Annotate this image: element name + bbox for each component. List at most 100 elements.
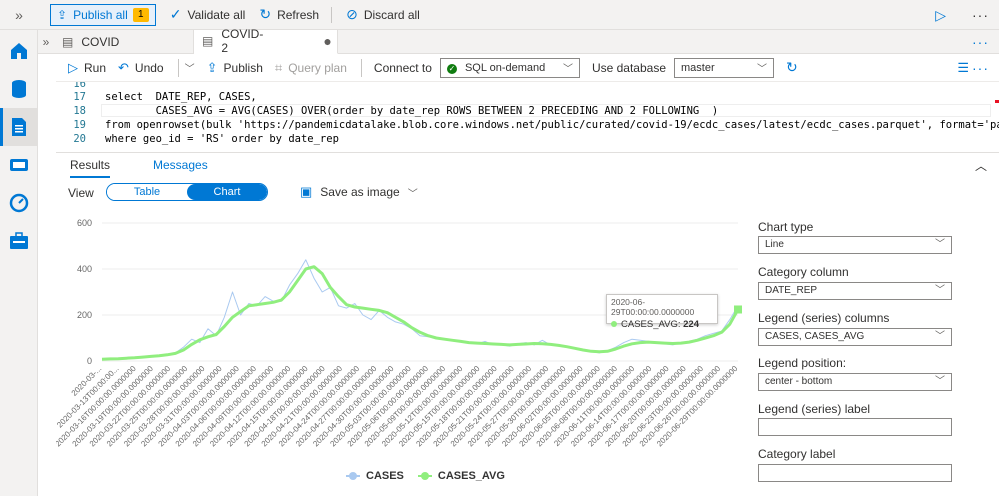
line-number: 20 [73,133,86,145]
use-database-value: master [681,61,715,74]
connect-to-dropdown[interactable]: ✓ SQL on-demand ﹀ [439,57,580,78]
collapse-explorer-icon[interactable]: » [38,35,54,49]
chart-legend: CASES CASES_AVG [346,470,519,482]
use-database-dropdown[interactable]: master ﹀ [674,57,775,78]
tab-results[interactable]: Results [70,158,111,178]
undo-button[interactable]: ↶ Undo [118,60,164,76]
script-icon: ▤ [62,34,74,49]
refresh-button[interactable]: ↻ Refresh [259,6,319,23]
chevron-down-icon: ﹀ [935,239,945,250]
connect-to-value-wrap: ✓ SQL on-demand [446,61,546,74]
category-label-input[interactable] [758,464,952,482]
sql-editor[interactable]: 16 17 18 19 20 select DATE_REP, CASES, C… [56,82,999,150]
publish-all-button[interactable]: ⇪ Publish all 1 [50,3,156,26]
run-button[interactable]: ▷ Run [68,60,106,76]
tab-covid-2[interactable]: ▤ COVID-2 ● [194,27,338,55]
more-options-icon[interactable]: ··· [972,60,989,76]
chevron-down-icon: ﹀ [407,188,418,200]
tab-covid[interactable]: ▤ COVID [54,29,194,54]
legend-series-columns-label: Legend (series) columns [758,311,890,325]
upload-icon: ⇪ [57,7,68,22]
view-row: View Table Chart ▣ Save as image ﹀ [56,178,999,206]
tab-messages[interactable]: Messages [153,158,208,172]
view-table-option[interactable]: Table [107,184,187,200]
hover-point-marker[interactable] [734,305,742,314]
code-line: from openrowset(bulk 'https://pandemicda… [105,119,999,131]
chevron-down-icon: ﹀ [935,285,945,296]
legend-series-columns-value: CASES, CASES_AVG [765,331,865,342]
legend-series-columns-select[interactable]: CASES, CASES_AVG ﹀ [758,328,952,346]
pending-count-badge: 1 [132,7,149,22]
synapse-workspace: » ⇪ Publish all 1 ✓ Validate all ↻ Refre… [0,0,999,496]
run-label: Run [84,60,107,75]
legend-item-cases-avg[interactable]: CASES_AVG [417,470,505,482]
legend-series-label-input[interactable] [758,418,952,436]
left-nav-rail [0,30,38,496]
line-number: 19 [73,119,86,131]
topbar-right: ▷ ··· [935,0,999,30]
save-as-image-button[interactable]: ▣ Save as image ﹀ [300,184,418,200]
discard-all-button[interactable]: ⊘ Discard all [346,6,420,23]
line-number: 16 [73,82,86,90]
line-number: 18 [73,105,86,117]
monitor-icon[interactable] [0,184,38,222]
legend-swatch [417,472,432,480]
query-plan-button[interactable]: ⌗ Query plan [275,60,347,76]
properties-icon[interactable]: ☰ [957,60,969,76]
play-icon[interactable]: ▷ [935,7,946,24]
view-chart-option[interactable]: Chart [187,184,267,200]
chart-type-select[interactable]: Line ﹀ [758,236,952,254]
code-line: where geo_id = 'RS' order by date_rep [105,133,339,145]
chart-type-label: Chart type [758,220,814,234]
publish-all-label: Publish all [73,7,128,22]
develop-icon[interactable] [0,108,38,146]
validate-all-button[interactable]: ✓ Validate all [170,6,246,23]
publish-button[interactable]: ⇪ Publish [207,60,263,76]
chart-svg: 02004006002020-03-...2020-03-13T00:00:00… [56,218,742,448]
legend-label: CASES_AVG [437,470,505,482]
tooltip-value-row: CASES_AVG: 224 [611,319,713,330]
tab-label: COVID-2 [221,27,264,55]
minimap-marker [995,100,999,103]
home-icon[interactable] [0,32,38,70]
series-dot-icon [611,321,617,327]
chevron-down-icon: ﹀ [935,376,945,387]
results-tabs: Results Messages ︿ [56,152,999,178]
refresh-icon: ↻ [259,6,272,22]
undo-dropdown[interactable]: ﹀ [185,60,195,75]
legend-position-select[interactable]: center - bottom ﹀ [758,373,952,391]
category-column-select[interactable]: DATE_REP ﹀ [758,282,952,300]
legend-swatch [346,472,360,480]
data-icon[interactable] [0,70,38,108]
discard-icon: ⊘ [346,6,358,22]
undo-icon: ↶ [118,59,129,75]
code-line: CASES_AVG = AVG(CASES) OVER(order by dat… [105,105,719,117]
legend-item-cases[interactable]: CASES [346,470,404,482]
manage-icon[interactable] [0,222,38,260]
use-database-label: Use database [591,60,667,75]
tabs-more-icon[interactable]: ··· [972,34,989,50]
tooltip-date: 2020-06-29T00:00:00.0000000 [611,297,695,317]
tab-label: COVID [81,34,120,49]
category-column-label: Category column [758,265,849,279]
query-plan-icon: ⌗ [274,59,283,75]
run-icon: ▷ [68,59,78,75]
connected-status-icon: ✓ [446,63,457,74]
more-options-icon[interactable]: ··· [972,7,989,23]
unsaved-dot-icon[interactable]: ● [323,33,331,49]
script-icon: ▤ [202,34,214,48]
undo-label: Undo [134,60,164,75]
y-tick-label: 0 [87,356,92,366]
checkmark-icon: ✓ [169,6,182,22]
validate-all-label: Validate all [187,7,246,22]
upload-icon: ⇪ [206,59,218,75]
view-toggle[interactable]: Table Chart [106,183,268,201]
legend-position-value: center - bottom [765,376,833,387]
expand-rail-icon[interactable]: » [0,0,38,30]
chevron-up-icon[interactable]: ︿ [975,157,987,174]
image-icon: ▣ [300,184,313,199]
refresh-database-icon[interactable]: ↻ [786,59,798,76]
connect-to-value: SQL on-demand [464,61,546,74]
connect-to-label: Connect to [373,60,432,75]
integrate-icon[interactable] [0,146,38,184]
